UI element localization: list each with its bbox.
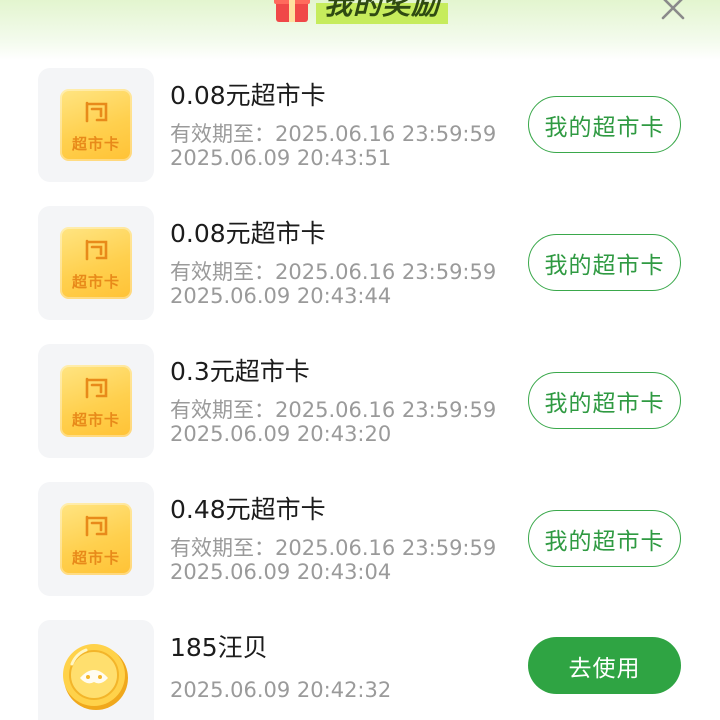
supermarket-card-icon: 超市卡 <box>60 503 132 575</box>
reward-thumbnail: 超市卡 <box>38 344 154 458</box>
reward-name: 0.08元超市卡 <box>170 81 326 110</box>
coin-icon <box>58 638 134 714</box>
card-glyph-icon <box>85 515 108 537</box>
card-label: 超市卡 <box>71 135 120 153</box>
reward-item: 超市卡 0.08元超市卡 有效期至：2025.06.16 23:59:59 20… <box>0 64 720 182</box>
page-title: 我的奖励 <box>316 0 449 24</box>
reward-name: 185汪贝 <box>170 633 268 662</box>
reward-item: 超市卡 0.48元超市卡 有效期至：2025.06.16 23:59:59 20… <box>0 478 720 596</box>
close-icon[interactable] <box>656 0 690 24</box>
reward-thumbnail: 超市卡 <box>38 68 154 182</box>
reward-time: 2025.06.09 20:43:51 <box>170 146 392 170</box>
my-supermarket-card-button[interactable]: 我的超市卡 <box>528 234 681 291</box>
reward-name: 0.48元超市卡 <box>170 495 326 524</box>
reward-expiry: 有效期至：2025.06.16 23:59:59 <box>170 398 497 422</box>
reward-thumbnail: 超市卡 <box>38 206 154 320</box>
reward-time: 2025.06.09 20:43:20 <box>170 422 392 446</box>
reward-thumbnail <box>38 620 154 720</box>
supermarket-card-icon: 超市卡 <box>60 365 132 437</box>
card-label: 超市卡 <box>71 411 120 429</box>
reward-thumbnail: 超市卡 <box>38 482 154 596</box>
use-button[interactable]: 去使用 <box>528 637 681 694</box>
reward-name: 0.08元超市卡 <box>170 219 326 248</box>
title-area: 我的奖励 <box>272 0 449 24</box>
gift-icon <box>272 0 312 24</box>
reward-expiry: 有效期至：2025.06.16 23:59:59 <box>170 260 497 284</box>
my-supermarket-card-button[interactable]: 我的超市卡 <box>528 372 681 429</box>
reward-time: 2025.06.09 20:42:32 <box>170 678 392 702</box>
reward-item: 超市卡 0.08元超市卡 有效期至：2025.06.16 23:59:59 20… <box>0 202 720 320</box>
reward-header: 我的奖励 <box>0 0 720 60</box>
reward-time: 2025.06.09 20:43:04 <box>170 560 392 584</box>
reward-item: 185汪贝 2025.06.09 20:42:32 去使用 <box>0 616 720 720</box>
supermarket-card-icon: 超市卡 <box>60 89 132 161</box>
my-supermarket-card-button[interactable]: 我的超市卡 <box>528 510 681 567</box>
card-glyph-icon <box>85 377 108 399</box>
reward-item: 超市卡 0.3元超市卡 有效期至：2025.06.16 23:59:59 202… <box>0 340 720 458</box>
card-label: 超市卡 <box>71 549 120 567</box>
card-label: 超市卡 <box>71 273 120 291</box>
card-glyph-icon <box>85 239 108 261</box>
supermarket-card-icon: 超市卡 <box>60 227 132 299</box>
reward-time: 2025.06.09 20:43:44 <box>170 284 392 308</box>
card-glyph-icon <box>85 101 108 123</box>
reward-expiry: 有效期至：2025.06.16 23:59:59 <box>170 122 497 146</box>
my-supermarket-card-button[interactable]: 我的超市卡 <box>528 96 681 153</box>
reward-expiry: 有效期至：2025.06.16 23:59:59 <box>170 536 497 560</box>
reward-name: 0.3元超市卡 <box>170 357 310 386</box>
